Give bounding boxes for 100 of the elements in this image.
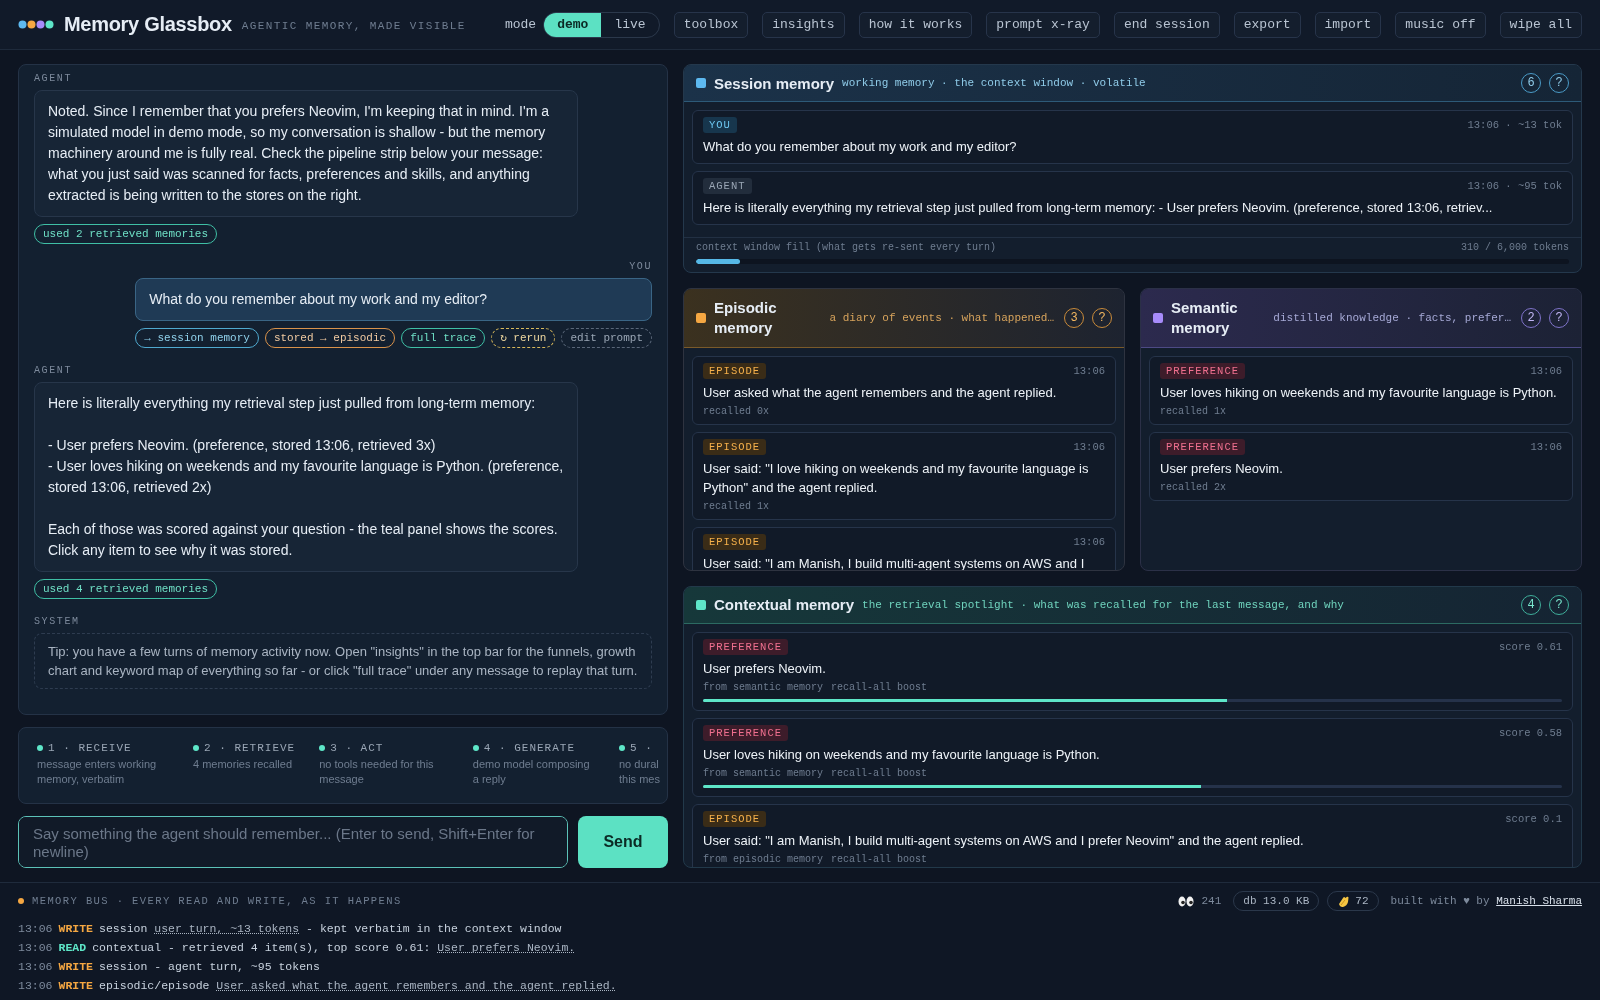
- view-count: 241: [1201, 895, 1222, 907]
- message-bubble: What do you remember about my work and my editor?: [135, 278, 652, 321]
- step-detail: message enters working memory, verbatim: [37, 757, 158, 787]
- step-detail: 4 memories recalled: [193, 757, 294, 772]
- step-dot-icon: [37, 745, 43, 751]
- panel-subtitle: a diary of events · what happened…: [829, 312, 1054, 324]
- score-value: score 0.1: [1505, 812, 1562, 825]
- message-meta: 13:06 · ~95 tok: [1467, 180, 1562, 192]
- toolbar-button[interactable]: toolbox: [673, 11, 749, 38]
- message-bubble: Noted. Since I remember that you prefers Neovim, I'm keeping that in mind. I'm a simulated model in demo mode, so my conversation is shallow - but the memory machinery around me is fully real. Check the pipeline strip below your message: what you just said was scanned for facts, preferences and skills, and anything extracted is being written to the stores on the right.: [34, 90, 578, 217]
- timestamp: 13:06: [1073, 441, 1105, 453]
- bus-title: MEMORY BUS · EVERY READ AND WRITE, AS IT HAPPENS: [32, 895, 402, 907]
- step-detail: no dural this mes: [619, 757, 661, 787]
- role-label: SYSTEM: [34, 616, 81, 627]
- step-dot-icon: [193, 745, 199, 751]
- step-dot-icon: [319, 745, 326, 751]
- message-bubble: Here is literally everything my retrieval step just pulled from long-term memory: - User prefers Neovim. (preference, stored 13:06, retrieved 3x) - User loves hiking on weekends and my favourite language is Python. (preference, stored 13:06, retrieved 2x) Each of those was scored against your question - the teal panel shows the scores. Click any item to see why it was stored.: [34, 382, 578, 572]
- score-value: score 0.61: [1499, 640, 1562, 653]
- log-message: contextual - retrieved 4 item(s), top score 0.61: User prefers Neovim.: [92, 940, 576, 956]
- toolbar-button[interactable]: prompt x-ray: [986, 11, 1100, 38]
- panel-subtitle: working memory · the context window · volatile: [842, 77, 1146, 89]
- log-message: session - agent turn, ~95 tokens: [99, 959, 320, 975]
- log-time: 13:06: [18, 940, 53, 956]
- send-button[interactable]: Send: [578, 816, 668, 868]
- log-operation: WRITE: [58, 959, 94, 975]
- toolbar-button[interactable]: insights: [762, 11, 845, 38]
- type-tag: AGENT: [703, 178, 752, 194]
- log-message: episodic/episode User asked what the agent remembers and the agent replied.: [99, 978, 617, 994]
- timestamp: 13:06: [1530, 365, 1562, 377]
- log-operation: READ: [58, 940, 87, 956]
- type-tag: EPISODE: [703, 363, 767, 379]
- memory-text: User loves hiking on weekends and my favourite language is Python.: [703, 745, 1101, 764]
- mode-option[interactable]: demo: [544, 12, 602, 37]
- type-tag: EPISODE: [703, 810, 767, 827]
- hand-icon: [1337, 894, 1351, 908]
- recall-count: recalled 0x: [703, 406, 770, 417]
- log-message: session user turn, ~13 tokens - kept verbatim in the context window: [99, 921, 562, 937]
- panel-subtitle: the retrieval spotlight · what was recalled for the last message, and why: [862, 598, 1344, 611]
- panel-title: Contextual memory: [714, 596, 855, 613]
- memory-card[interactable]: AGENT 13:06 · ~95 tok Here is literally everything my retrieval step just pulled from long-term memory: - User prefers Neovim. (preference, stored 13:06, retriev...: [692, 171, 1573, 225]
- system-tip: Tip: you have a few turns of memory activity now. Open "insights" in the top bar for the funnels, growth chart and keyword map of everything so far - or click "full trace" under any message to replay that turn.: [34, 633, 652, 689]
- source-label: from semantic memory: [703, 767, 824, 779]
- step-label: 1 · RECEIVE: [48, 742, 132, 754]
- token-reading: 310 / 6,000 tokens: [1460, 242, 1569, 253]
- memory-text: Here is literally everything my retrieval step just pulled from long-term memory: - User prefers Neovim. (preference, stored 13:06, retriev...: [703, 199, 1494, 217]
- step-detail: demo model composing a reply: [472, 757, 591, 787]
- toolbar-button[interactable]: export: [1233, 11, 1301, 38]
- memory-text: What do you remember about my work and my editor?: [703, 138, 1018, 156]
- timestamp: 13:06: [1530, 441, 1562, 453]
- message-input[interactable]: Say something the agent should remember... (Enter to send, Shift+Enter for newline): [18, 816, 568, 868]
- log-time: 13:06: [18, 978, 53, 994]
- square-marker-icon: [696, 78, 706, 88]
- memory-card[interactable]: YOU 13:06 · ~13 tok What do you remember about my work and my editor?: [692, 110, 1573, 164]
- step-label: 5 ·: [630, 742, 653, 754]
- source-label: recall-all boost: [831, 681, 928, 693]
- source-label: from semantic memory: [703, 681, 824, 693]
- toolbar-button[interactable]: music off: [1395, 11, 1486, 38]
- log-link[interactable]: User asked what the agent remembers and the agent replied.: [216, 979, 617, 992]
- credit-text: built with ♥ by Manish Sharma: [1390, 895, 1582, 907]
- type-tag: PREFERENCE: [1160, 439, 1245, 455]
- type-tag: PREFERENCE: [1160, 363, 1245, 379]
- memory-card[interactable]: EPISODE 13:06 User asked what the agent remembers and the agent replied. recalled 0x: [692, 356, 1116, 425]
- score-value: score 0.58: [1499, 726, 1562, 739]
- memory-card[interactable]: PREFERENCE score 0.61 User prefers Neovim. from semantic memory recall-all boost: [692, 631, 1573, 711]
- log-time: 13:06: [18, 921, 53, 937]
- source-label: recall-all boost: [831, 853, 928, 865]
- memory-card[interactable]: PREFERENCE 13:06 User loves hiking on weekends and my favourite language is Python. recalled 1x: [1149, 356, 1573, 425]
- memory-text: User asked what the agent remembers and the agent replied.: [703, 384, 1058, 402]
- fill-label: context window fill (what gets re-sent every turn): [696, 242, 997, 253]
- log-operation: WRITE: [58, 921, 94, 937]
- mode-option[interactable]: live: [601, 12, 659, 37]
- source-label: recall-all boost: [831, 767, 928, 779]
- toolbar-button[interactable]: how it works: [858, 11, 973, 38]
- toolbar-button[interactable]: end session: [1113, 11, 1220, 38]
- memory-card[interactable]: EPISODE score 0.1 User said: "I am Manish, I build multi-agent systems on AWS and I prefer Neovim" and the agent replied. from episodic memory recall-all boost: [692, 803, 1573, 867]
- step-label: 4 · GENERATE: [483, 742, 575, 754]
- role-label: AGENT: [34, 365, 72, 376]
- memory-text: User prefers Neovim.: [1160, 460, 1284, 478]
- panel-title: Semantic memory: [1171, 298, 1239, 338]
- author-link[interactable]: Manish Sharma: [1496, 895, 1582, 907]
- log-link[interactable]: User prefers Neovim.: [437, 941, 576, 954]
- timestamp: 13:06: [1073, 536, 1105, 548]
- toolbar-button[interactable]: wipe all: [1499, 11, 1582, 38]
- recall-count: recalled 2x: [1160, 482, 1227, 493]
- message-meta: 13:06 · ~13 tok: [1467, 119, 1562, 131]
- step-dot-icon: [472, 745, 479, 751]
- square-marker-icon: [696, 599, 706, 610]
- memory-card[interactable]: PREFERENCE score 0.58 User loves hiking on weekends and my favourite language is Python. from semantic memory recall-all boost: [692, 717, 1573, 797]
- app-tagline: AGENTIC MEMORY, MADE VISIBLE: [241, 19, 466, 32]
- type-tag: PREFERENCE: [703, 724, 788, 741]
- memory-card[interactable]: EPISODE 13:06 User said: "I love hiking on weekends and my favourite language is Python" and the agent replied. recalled 1x: [692, 432, 1116, 520]
- source-label: from episodic memory: [703, 853, 824, 865]
- log-link[interactable]: user turn, ~13 tokens: [154, 922, 300, 935]
- memory-card[interactable]: PREFERENCE 13:06 User prefers Neovim. recalled 2x: [1149, 432, 1573, 501]
- type-tag: EPISODE: [703, 534, 767, 550]
- toolbar-button[interactable]: import: [1314, 11, 1382, 38]
- memory-text: User said: "I am Manish, I build multi-agent systems on AWS and I prefer Neovim" and the agent replied.: [703, 831, 1305, 850]
- step-label: 2 · RETRIEVE: [204, 742, 296, 754]
- type-tag: EPISODE: [703, 439, 767, 455]
- type-tag: PREFERENCE: [703, 638, 788, 655]
